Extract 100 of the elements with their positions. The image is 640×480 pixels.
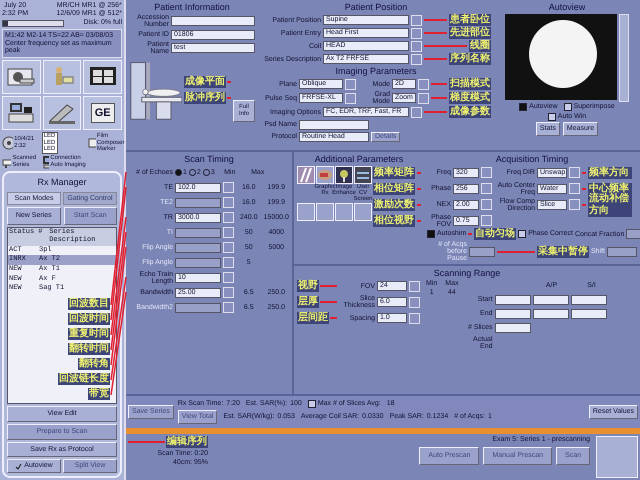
dropdown-button[interactable] bbox=[411, 40, 422, 52]
dropdown-button[interactable] bbox=[569, 199, 580, 210]
tool-button[interactable] bbox=[83, 60, 122, 94]
annotation-label: 编辑序列 bbox=[166, 436, 208, 448]
spin-button[interactable] bbox=[409, 296, 420, 308]
parameter-tile[interactable] bbox=[354, 203, 372, 221]
dropdown-button[interactable] bbox=[411, 106, 422, 118]
section-title: Autoview bbox=[548, 2, 586, 13]
input-field[interactable] bbox=[607, 246, 637, 256]
workstation-icon bbox=[6, 101, 36, 126]
annotation-label: 相位矩阵 bbox=[373, 182, 415, 194]
annotation-label: 流动补偿方向 bbox=[588, 192, 632, 216]
stripes-icon bbox=[298, 167, 314, 183]
dropdown-button[interactable] bbox=[411, 54, 422, 64]
spin-button[interactable] bbox=[223, 227, 234, 238]
annotation-label: 患者卧位 bbox=[449, 14, 491, 26]
dropdown-button[interactable] bbox=[569, 167, 580, 178]
large-button[interactable] bbox=[596, 436, 638, 478]
parameter-tile[interactable] bbox=[297, 203, 315, 221]
input-field[interactable] bbox=[175, 198, 221, 208]
parameter-tile[interactable] bbox=[297, 166, 315, 184]
spin-button[interactable] bbox=[223, 242, 234, 253]
tool-button[interactable] bbox=[2, 96, 41, 130]
leader-line bbox=[497, 250, 535, 252]
input-field[interactable] bbox=[171, 16, 255, 26]
annotation-label: 回波链长度 bbox=[58, 373, 110, 385]
input-field[interactable] bbox=[469, 246, 495, 256]
section-title: Patient Position bbox=[344, 2, 408, 13]
annotation-label: 激励次数 bbox=[373, 198, 415, 210]
parameter-tile[interactable] bbox=[354, 166, 372, 184]
section-title: Scanning Range bbox=[432, 268, 502, 279]
dropdown-button[interactable] bbox=[569, 183, 580, 194]
section-title: Acquisition Timing bbox=[494, 154, 570, 165]
input-field[interactable] bbox=[175, 258, 221, 268]
input-field[interactable] bbox=[494, 322, 531, 332]
annotation-label: 翻转角 bbox=[78, 358, 110, 370]
tool-button[interactable] bbox=[2, 60, 41, 94]
leader-line bbox=[320, 301, 337, 303]
spin-button[interactable] bbox=[223, 272, 234, 283]
spin-button[interactable] bbox=[409, 280, 420, 292]
dropdown-button[interactable] bbox=[418, 78, 429, 90]
input-field[interactable] bbox=[175, 228, 221, 238]
annotation-label: 视野 bbox=[297, 280, 319, 292]
input-field[interactable] bbox=[175, 302, 221, 312]
annotation-label: 层间距 bbox=[297, 312, 329, 324]
leader-line bbox=[320, 285, 337, 287]
dropdown-button[interactable] bbox=[481, 215, 492, 226]
annotation-label: 频率方向 bbox=[588, 166, 632, 178]
annotation-label: 层厚 bbox=[297, 296, 319, 308]
dropdown-button[interactable] bbox=[481, 199, 492, 210]
parameter-tile[interactable] bbox=[335, 203, 353, 221]
dropdown-button[interactable] bbox=[481, 183, 492, 194]
input-field[interactable] bbox=[494, 308, 531, 318]
spin-button[interactable] bbox=[223, 197, 234, 208]
spin-button[interactable] bbox=[223, 212, 234, 223]
input-field[interactable] bbox=[570, 308, 607, 318]
annotation-label: 回波数目 bbox=[68, 298, 110, 310]
dropdown-button[interactable] bbox=[345, 78, 356, 90]
tool-button[interactable] bbox=[42, 96, 82, 130]
scrollbar[interactable] bbox=[619, 14, 629, 102]
spin-button[interactable] bbox=[223, 287, 234, 298]
parameter-tile[interactable] bbox=[316, 166, 334, 184]
input-field[interactable] bbox=[494, 294, 531, 304]
parameter-tile[interactable] bbox=[316, 203, 334, 221]
annotation-label: 扫描模式 bbox=[449, 78, 491, 90]
annotation-label: 翻转时间 bbox=[68, 343, 110, 355]
dropdown-button[interactable] bbox=[411, 14, 422, 26]
dropdown-button[interactable] bbox=[418, 92, 429, 104]
dropdown-button[interactable] bbox=[345, 92, 356, 104]
annotation-label: 采集中暂停 bbox=[536, 246, 589, 258]
spin-button[interactable] bbox=[223, 182, 234, 193]
film-icon bbox=[88, 136, 96, 150]
spin-button[interactable] bbox=[223, 302, 234, 313]
screen-icon bbox=[355, 167, 371, 183]
input-field[interactable] bbox=[532, 308, 569, 318]
leader-line bbox=[424, 19, 447, 21]
input-field[interactable] bbox=[570, 294, 607, 304]
computer-icon bbox=[42, 154, 50, 169]
annotation-label: 带宽 bbox=[88, 388, 110, 400]
annotation-label: 序列名称 bbox=[449, 53, 491, 65]
input-field[interactable] bbox=[626, 229, 640, 239]
annotation-label: 重复时间 bbox=[68, 328, 110, 340]
section-title: Additional Parameters bbox=[314, 154, 404, 165]
spin-button[interactable] bbox=[409, 312, 420, 324]
logo-text: GE bbox=[90, 103, 115, 124]
leader-line bbox=[424, 111, 447, 113]
tool-button[interactable]: GE bbox=[83, 96, 122, 130]
input-field[interactable] bbox=[175, 242, 221, 252]
dropdown-button[interactable] bbox=[411, 28, 422, 38]
dropdown-button[interactable] bbox=[481, 167, 492, 178]
input-field[interactable] bbox=[532, 294, 569, 304]
annotation-label: 自动匀场 bbox=[474, 228, 516, 240]
leader-line bbox=[424, 32, 447, 34]
parameter-tile[interactable] bbox=[335, 166, 353, 184]
annotation-label: 回波时间 bbox=[68, 313, 110, 325]
spin-button[interactable] bbox=[223, 257, 234, 268]
annotation-label: 成像平面 bbox=[184, 76, 226, 88]
input-field[interactable] bbox=[299, 120, 369, 130]
annotation-label: 梯度模式 bbox=[449, 92, 491, 104]
check-icon bbox=[15, 462, 22, 470]
